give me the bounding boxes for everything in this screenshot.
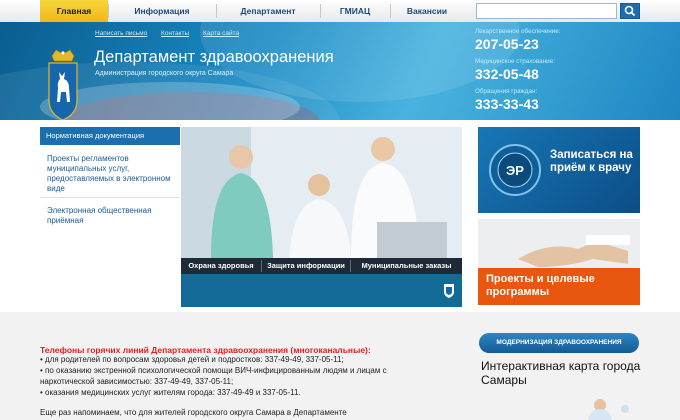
- appointment-text: Записаться на приём к врачу: [550, 149, 633, 174]
- search-input[interactable]: [476, 3, 617, 19]
- contact-label: Лекарственное обеспечение:: [475, 28, 561, 35]
- top-nav: Главная Информация Департамент ГМИАЦ Вак…: [0, 0, 680, 23]
- appointment-banner[interactable]: ЭР Записаться на приём к врачу: [478, 127, 640, 213]
- nav-item-gmiac[interactable]: ГМИАЦ: [320, 0, 390, 22]
- interactive-map-link[interactable]: Интерактивная карта города Самары: [481, 359, 641, 387]
- search-icon: [624, 5, 636, 17]
- medical-staff-photo: [181, 127, 462, 258]
- tab-security[interactable]: Защита информации: [262, 258, 350, 274]
- contacts-link[interactable]: Контакты: [161, 30, 189, 37]
- hotline-item: • по оказанию экстренной психологической…: [40, 366, 387, 375]
- contact-label: Обращения граждан:: [475, 88, 538, 95]
- programs-banner[interactable]: Проекты и целевые программы: [478, 219, 640, 305]
- hotline-item: • оказания медицинских услуг жителям гор…: [40, 388, 301, 397]
- tab-health[interactable]: Охрана здоровья: [181, 258, 261, 274]
- map-figure-icon: [588, 399, 629, 420]
- samara-emblem-icon: [48, 49, 78, 120]
- site-title: Департамент здравоохранения: [94, 48, 334, 66]
- hotlines-note: Еще раз напоминаем, что для жителей горо…: [40, 408, 347, 417]
- sidebar-divider: [40, 197, 180, 198]
- svg-text:ЭР: ЭР: [506, 163, 524, 178]
- contact-phone: 207-05-23: [475, 36, 539, 52]
- slider-footer: [181, 274, 462, 307]
- nav-item-department[interactable]: Департамент: [216, 0, 320, 22]
- nav-item-vacancies[interactable]: Вакансии: [390, 0, 464, 22]
- emblem-small-icon: [444, 284, 454, 298]
- header-links: Написать письмо Контакты Карта сайта: [95, 30, 251, 37]
- sidebar-item-regulations[interactable]: Проекты регламентов муниципальных услуг,…: [47, 154, 172, 194]
- nav-item-info[interactable]: Информация: [108, 0, 216, 22]
- hotline-item: наркотической зависимостью: 337-49-49, 3…: [40, 377, 234, 386]
- search-button[interactable]: [620, 3, 640, 19]
- slider-tabs: Охрана здоровья Защита информации Муници…: [181, 258, 462, 274]
- site-subtitle: Администрация городского округа Самара: [95, 70, 234, 77]
- tab-orders[interactable]: Муниципальные заказы: [351, 258, 462, 274]
- contact-phones: Лекарственное обеспечение: 207-05-23 Мед…: [470, 22, 680, 120]
- modernization-button[interactable]: МОДЕРНИЗАЦИЯ ЗДРАВООХРАНЕНИЯ: [479, 333, 639, 353]
- contact-phone: 332-05-48: [475, 66, 539, 82]
- site-header: Написать письмо Контакты Карта сайта Деп…: [0, 22, 680, 120]
- contact-label: Медицинское страхование:: [475, 58, 555, 65]
- contact-phone: 333-33-43: [475, 96, 539, 112]
- sitemap-link[interactable]: Карта сайта: [203, 30, 239, 37]
- sidebar-item-reception[interactable]: Электронная общественная приёмная: [47, 206, 172, 226]
- handshake-photo: [478, 219, 640, 268]
- sidebar-header[interactable]: Нормативная документация: [40, 127, 180, 145]
- photo-slider[interactable]: Охрана здоровья Защита информации Муници…: [181, 127, 462, 307]
- e-registry-logo-icon: ЭР: [489, 144, 541, 196]
- write-letter-link[interactable]: Написать письмо: [95, 30, 147, 37]
- hotlines-title: Телефоны горячих линий Департамента здра…: [40, 345, 371, 355]
- hotline-item: • для родителей по вопросам здоровья дет…: [40, 355, 344, 364]
- nav-item-main[interactable]: Главная: [40, 0, 108, 22]
- programs-text: Проекты и целевые программы: [478, 268, 640, 305]
